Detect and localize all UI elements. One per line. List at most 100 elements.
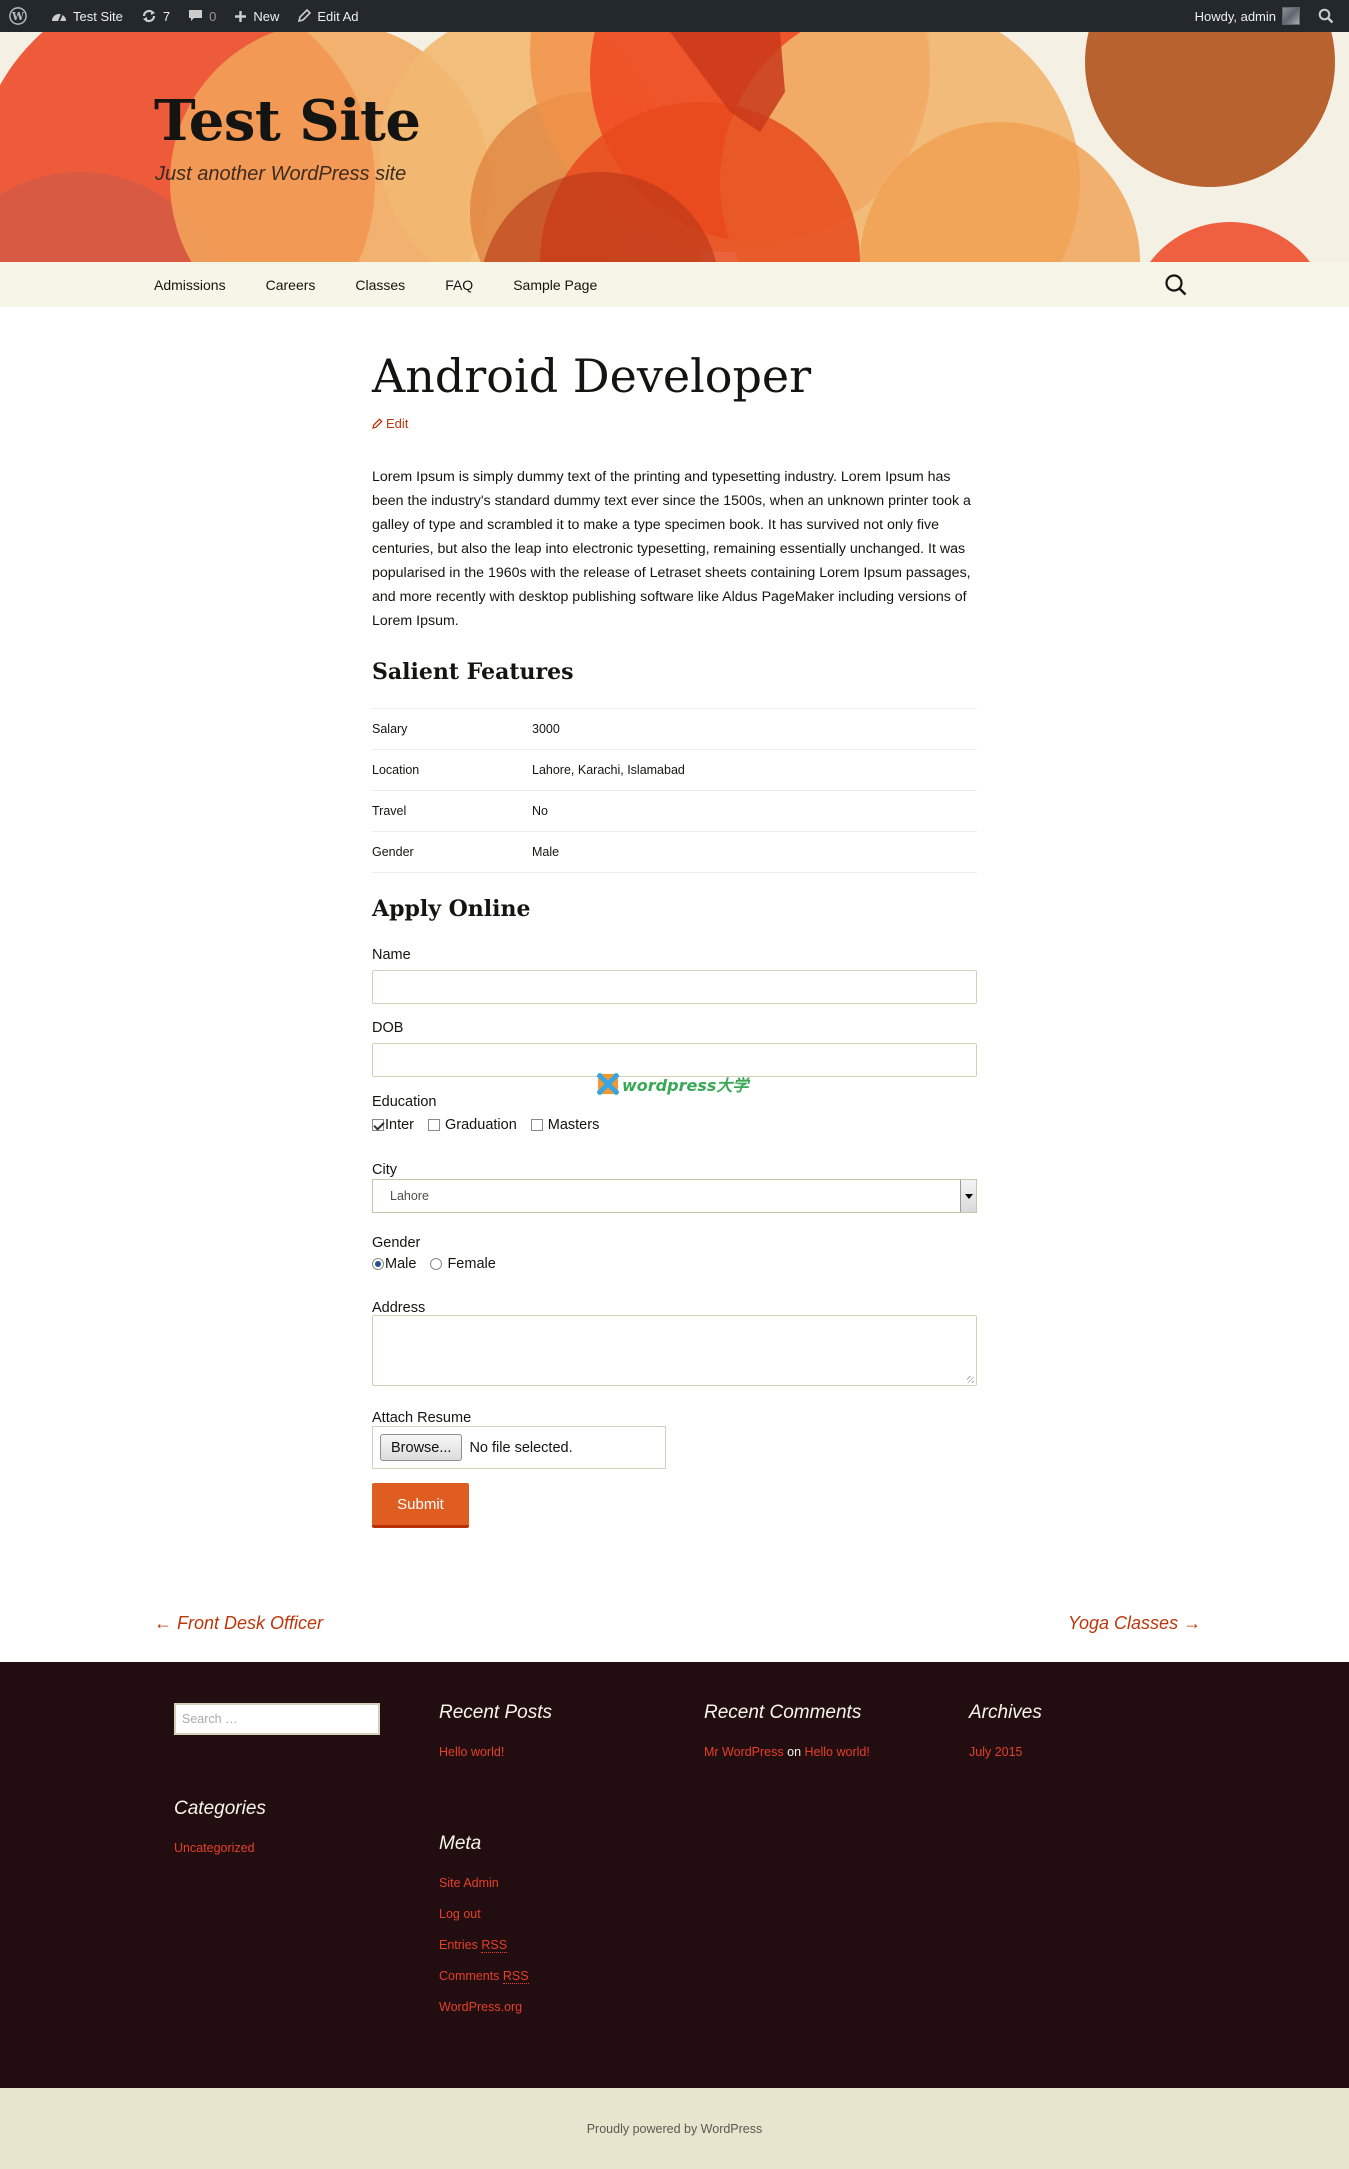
new-content-link[interactable]: New <box>225 0 288 32</box>
option-label: Female <box>447 1256 496 1272</box>
feature-key: Salary <box>372 708 532 750</box>
search-placeholder: Search … <box>182 1712 238 1726</box>
nav-search-button[interactable] <box>1164 273 1188 297</box>
resume-file-input[interactable]: Browse... No file selected. <box>372 1426 666 1469</box>
post-edit-link[interactable]: Edit <box>372 416 408 431</box>
archive-link[interactable]: July 2015 <box>969 1745 1023 1759</box>
admin-site-link[interactable]: Test Site <box>42 0 132 32</box>
city-selected-value: Lahore <box>390 1189 429 1203</box>
watermark: wordpress大学 <box>597 1072 748 1096</box>
edit-ad-label: Edit Ad <box>317 8 359 24</box>
log-out-link[interactable]: Log out <box>439 1907 481 1921</box>
nav-item-classes[interactable]: Classes <box>335 277 425 293</box>
browse-button[interactable]: Browse... <box>380 1434 463 1461</box>
watermark-logo-icon <box>597 1073 619 1095</box>
resume-label: Attach Resume <box>372 1410 472 1426</box>
feature-value: Male <box>532 831 977 873</box>
footer-search-input[interactable]: Search … <box>174 1703 380 1735</box>
comments-label: Comments <box>439 1969 503 1983</box>
comments-link[interactable]: 0 <box>179 0 225 32</box>
search-icon <box>1318 8 1334 24</box>
education-option-inter[interactable]: Inter <box>372 1117 414 1133</box>
city-label: City <box>372 1162 397 1178</box>
checkbox-masters[interactable] <box>530 1119 543 1131</box>
option-label: Masters <box>547 1117 600 1133</box>
recent-posts-title: Recent Posts <box>439 1702 552 1723</box>
features-table: Salary 3000 Location Lahore, Karachi, Isla… <box>372 708 977 873</box>
post-edit-label: Edit <box>386 416 409 431</box>
pencil-icon <box>298 9 312 23</box>
site-description: Just another WordPress site <box>155 163 407 185</box>
my-account-link[interactable]: Howdy, admin <box>1186 0 1309 32</box>
salient-features-heading: Salient Features <box>372 659 574 685</box>
chevron-down-icon[interactable] <box>960 1180 976 1212</box>
admin-search-button[interactable] <box>1309 0 1349 32</box>
option-label: Inter <box>385 1117 415 1133</box>
howdy-text: Howdy, admin <box>1194 8 1276 24</box>
categories-title: Categories <box>174 1798 266 1819</box>
radio-female[interactable] <box>430 1258 443 1270</box>
updates-link[interactable]: 7 <box>132 0 179 32</box>
apply-online-heading: Apply Online <box>372 896 531 922</box>
meta-title: Meta <box>439 1833 482 1854</box>
name-field[interactable] <box>372 970 977 1004</box>
comment-post-link[interactable]: Hello world! <box>805 1745 870 1759</box>
avatar <box>1282 7 1300 25</box>
updates-count: 7 <box>162 8 171 24</box>
nav-item-faq[interactable]: FAQ <box>425 277 493 293</box>
post-title: Android Developer <box>372 349 812 403</box>
recent-comments-title: Recent Comments <box>704 1702 862 1723</box>
admin-bar: W Test Site 7 0 New Edit Ad Howdy, admin <box>0 0 1349 32</box>
prev-post-link[interactable]: ← Front Desk Officer <box>154 1613 323 1634</box>
site-admin-link[interactable]: Site Admin <box>439 1876 499 1890</box>
next-post-link[interactable]: Yoga Classes → <box>1068 1613 1201 1634</box>
table-row: Location Lahore, Karachi, Islamabad <box>372 749 977 791</box>
radio-male[interactable] <box>372 1258 384 1270</box>
site-header: Test Site Just another WordPress site <box>0 32 1349 262</box>
site-info: Proudly powered by WordPress <box>0 2088 1349 2169</box>
comments-rss-link[interactable]: Comments RSS <box>439 1969 529 1984</box>
credit-link[interactable]: Proudly powered by WordPress <box>587 2122 763 2136</box>
education-option-graduation[interactable]: Graduation <box>428 1117 517 1133</box>
feature-key: Travel <box>372 790 532 832</box>
city-select[interactable]: Lahore <box>372 1179 977 1213</box>
wordpress-org-link[interactable]: WordPress.org <box>439 2000 522 2014</box>
category-link[interactable]: Uncategorized <box>174 1841 255 1855</box>
comment-on-text: on <box>787 1745 802 1759</box>
gender-option-male[interactable]: Male <box>372 1256 416 1272</box>
archives-title: Archives <box>969 1702 1042 1723</box>
wordpress-logo-icon[interactable]: W <box>0 0 42 32</box>
education-option-masters[interactable]: Masters <box>530 1117 600 1133</box>
plus-icon <box>235 10 247 22</box>
checkbox-graduation[interactable] <box>428 1119 441 1131</box>
option-label: Graduation <box>445 1117 517 1133</box>
new-label: New <box>253 8 280 24</box>
admin-site-name: Test Site <box>73 8 123 24</box>
submit-button[interactable]: Submit <box>372 1483 469 1528</box>
dashboard-icon <box>52 13 66 22</box>
edit-ad-link[interactable]: Edit Ad <box>288 0 367 32</box>
table-row: Salary 3000 <box>372 708 977 750</box>
rss-abbr: RSS <box>481 1938 508 1953</box>
svg-text:W: W <box>11 10 25 23</box>
resize-grip-icon[interactable] <box>967 1376 974 1383</box>
address-textarea[interactable] <box>372 1315 977 1386</box>
gender-options: Male Female <box>372 1256 510 1272</box>
nav-item-careers[interactable]: Careers <box>246 277 336 293</box>
feature-key: Gender <box>372 831 532 873</box>
main-navigation: Admissions Careers Classes FAQ Sample Pa… <box>0 262 1349 307</box>
address-label: Address <box>372 1300 426 1316</box>
feature-value: Lahore, Karachi, Islamabad <box>532 749 977 791</box>
entries-rss-link[interactable]: Entries RSS <box>439 1938 508 1953</box>
recent-post-link[interactable]: Hello world! <box>439 1745 504 1759</box>
gender-option-female[interactable]: Female <box>430 1256 496 1272</box>
nav-item-admissions[interactable]: Admissions <box>134 277 246 293</box>
comment-author-link[interactable]: Mr WordPress <box>704 1745 784 1759</box>
comment-icon <box>189 10 203 21</box>
checkbox-inter[interactable] <box>372 1119 384 1131</box>
gender-label: Gender <box>372 1235 421 1251</box>
nav-item-sample-page[interactable]: Sample Page <box>493 277 617 293</box>
watermark-text: wordpress大学 <box>622 1076 749 1095</box>
site-title[interactable]: Test Site <box>154 88 421 154</box>
file-status: No file selected. <box>469 1439 573 1456</box>
